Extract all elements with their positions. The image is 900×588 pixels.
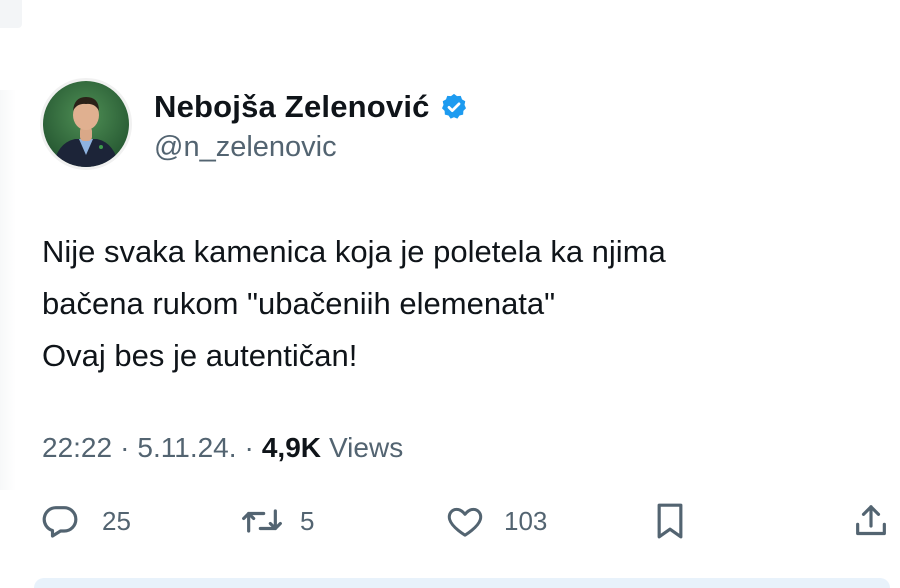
author-names: Nebojša Zelenović @n_zelenovic — [154, 85, 469, 164]
action-bar: 25 5 103 — [0, 496, 900, 546]
background-artifact — [0, 0, 22, 28]
verified-badge-icon — [439, 92, 469, 122]
tweet-text-line: bačena rukom "ubačeniih elemenata" — [42, 286, 556, 321]
retweet-count: 5 — [300, 505, 315, 536]
next-section-edge — [34, 578, 890, 588]
display-name[interactable]: Nebojša Zelenović — [154, 89, 430, 125]
tweet-text-line: Nije svaka kamenica koja je poletela ka … — [42, 234, 666, 269]
share-button[interactable] — [852, 496, 890, 546]
reply-count: 25 — [102, 505, 131, 536]
share-icon — [852, 501, 890, 541]
handle[interactable]: @n_zelenovic — [154, 131, 469, 164]
bookmark-button[interactable] — [652, 496, 688, 546]
background-artifact — [0, 90, 16, 490]
like-button[interactable]: 103 — [444, 496, 547, 546]
tweet-meta: 22:22 · 5.11.24. · 4,9K Views — [42, 428, 403, 468]
tweet-text-line: Ovaj bes je autentičan! — [42, 338, 358, 373]
views-label: Views — [329, 432, 404, 463]
meta-separator: · — [120, 432, 130, 463]
retweet-icon — [240, 501, 284, 541]
reply-icon — [40, 501, 80, 541]
views-count: 4,9K — [261, 432, 322, 463]
bookmark-icon — [652, 501, 688, 541]
reply-button[interactable]: 25 — [40, 496, 131, 546]
tweet-time[interactable]: 22:22 — [42, 432, 112, 464]
like-count: 103 — [504, 505, 548, 536]
retweet-button[interactable]: 5 — [240, 496, 314, 546]
avatar[interactable] — [40, 78, 132, 170]
heart-icon — [444, 501, 486, 541]
tweet-date[interactable]: 5.11.24. — [137, 432, 236, 464]
tweet-header: Nebojša Zelenović @n_zelenovic — [40, 76, 469, 172]
tweet-text: Nije svaka kamenica koja je poletela ka … — [42, 226, 862, 382]
name-row: Nebojša Zelenović — [154, 85, 469, 129]
meta-separator: · — [244, 432, 254, 463]
tweet-screenshot: Nebojša Zelenović @n_zelenovic Nije svak… — [0, 0, 900, 588]
